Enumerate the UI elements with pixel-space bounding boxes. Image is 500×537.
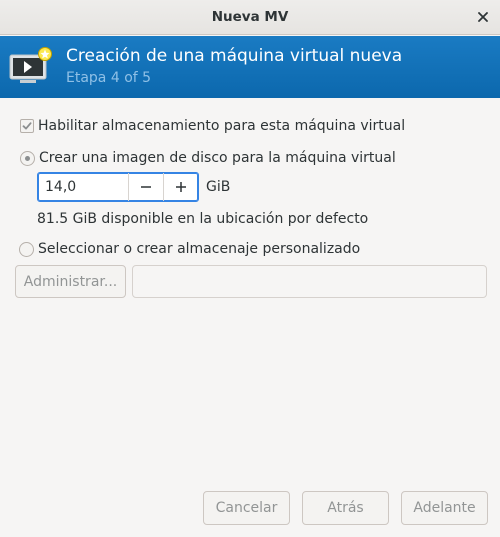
create-disk-label: Crear una imagen de disco para la máquin… bbox=[39, 150, 396, 166]
disk-size-spinbutton[interactable] bbox=[37, 172, 199, 202]
title-bar: Nueva MV bbox=[0, 0, 500, 35]
close-button[interactable] bbox=[474, 8, 492, 26]
decrement-button[interactable] bbox=[128, 173, 163, 201]
size-unit-label: GiB bbox=[206, 179, 231, 195]
enable-storage-label: Habilitar almacenamiento para esta máqui… bbox=[38, 118, 406, 134]
enable-storage-row[interactable]: Habilitar almacenamiento para esta máqui… bbox=[20, 118, 405, 134]
manage-button[interactable]: Administrar... bbox=[15, 265, 126, 298]
enable-storage-checkbox[interactable] bbox=[20, 119, 34, 133]
check-icon bbox=[22, 122, 32, 130]
back-button[interactable]: Atrás bbox=[302, 491, 389, 525]
create-disk-row[interactable]: Crear una imagen de disco para la máquin… bbox=[20, 150, 396, 166]
wizard-title: Creación de una máquina virtual nueva bbox=[66, 46, 403, 66]
new-vm-dialog: Nueva MV Creación de una máquina virtual… bbox=[0, 0, 500, 537]
available-space-text: 81.5 GiB disponible en la ubicación por … bbox=[37, 211, 369, 227]
forward-button[interactable]: Adelante bbox=[401, 491, 488, 525]
minus-icon bbox=[141, 186, 151, 188]
window-title: Nueva MV bbox=[211, 9, 289, 25]
custom-storage-label: Seleccionar o crear almacenaje personali… bbox=[38, 241, 361, 257]
create-disk-radio[interactable] bbox=[20, 150, 35, 166]
close-icon bbox=[478, 12, 488, 22]
wizard-header: Creación de una máquina virtual nueva Et… bbox=[0, 36, 500, 98]
cancel-button[interactable]: Cancelar bbox=[203, 491, 290, 525]
custom-storage-row[interactable]: Seleccionar o crear almacenaje personali… bbox=[19, 241, 360, 257]
storage-path-field[interactable] bbox=[132, 265, 487, 298]
disk-size-input[interactable] bbox=[38, 173, 128, 201]
increment-button[interactable] bbox=[163, 173, 198, 201]
custom-storage-radio[interactable] bbox=[19, 241, 34, 257]
plus-icon bbox=[176, 182, 186, 192]
vm-new-icon bbox=[9, 47, 52, 83]
wizard-step: Etapa 4 of 5 bbox=[66, 70, 152, 86]
